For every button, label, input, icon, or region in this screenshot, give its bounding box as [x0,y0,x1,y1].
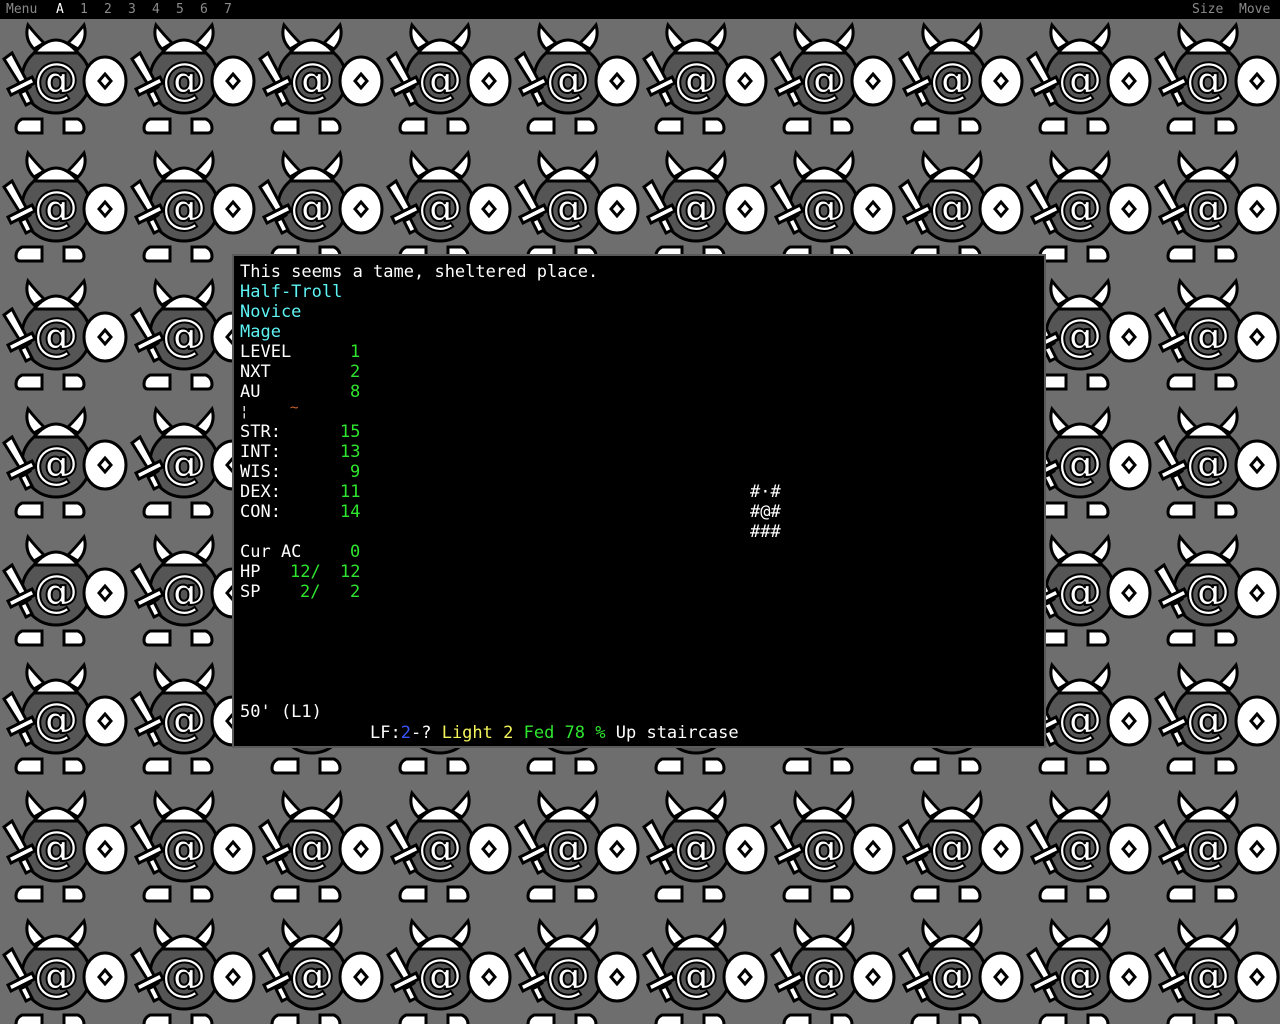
tab-7[interactable]: 7 [224,0,232,19]
size-button[interactable]: Size [1192,0,1223,19]
attr-label-dex: DEX: [240,482,281,502]
dungeon-depth: 50' (L1) [240,702,322,722]
game-terminal[interactable]: This seems a tame, sheltered place. Half… [232,254,1046,748]
armor-class-label: Cur AC [240,542,302,562]
stat-value-level: 1 [350,342,361,362]
tab-5[interactable]: 5 [176,0,184,19]
tab-6[interactable]: 6 [200,0,208,19]
stat-label-au: AU [240,382,261,402]
lf-label: LF: [370,723,401,743]
stat-label-level: LEVEL [240,342,292,362]
equipment-weapon-symbol: ¦ [240,404,249,420]
fed-status: Fed 78 % [523,723,606,743]
attr-value-wis: 9 [350,462,361,482]
message-line: This seems a tame, sheltered place. [240,262,599,282]
tab-3[interactable]: 3 [128,0,136,19]
hp-current: 12/ [290,562,321,582]
tab-2[interactable]: 2 [104,0,112,19]
attr-label-int: INT: [240,442,281,462]
tab-1[interactable]: 1 [80,0,88,19]
top-menu-bar: Menu A 1 2 3 4 5 6 7 Size Move [0,0,1280,19]
character-race: Half-Troll [240,282,343,302]
stat-label-nxt: NXT [240,362,271,382]
armor-class-value: 0 [350,542,361,562]
attr-value-dex: 11 [340,482,361,502]
lf-value: 2 [400,723,411,743]
sp-max: 2 [350,582,361,602]
light-status: Light 2 [441,723,514,743]
move-button[interactable]: Move [1239,0,1270,19]
attr-value-con: 14 [340,502,361,522]
character-title: Novice [240,302,302,322]
attr-value-str: 15 [340,422,361,442]
character-class: Mage [240,322,281,342]
menu-button[interactable]: Menu [6,0,37,19]
status-bar: LF:2-? Light 2 Fed 78 % Up staircase [370,723,739,743]
stat-value-au: 8 [350,382,361,402]
stat-value-nxt: 2 [350,362,361,382]
sp-label: SP [240,582,261,602]
map-row-3: ### [750,522,781,542]
lf-suffix: -? [410,723,432,743]
hp-max: 12 [340,562,361,582]
attr-value-int: 13 [340,442,361,462]
hp-label: HP [240,562,261,582]
terrain-feature: Up staircase [615,723,739,743]
map-row-1: #·# [750,482,781,502]
attr-label-wis: WIS: [240,462,281,482]
attr-label-str: STR: [240,422,281,442]
tab-4[interactable]: 4 [152,0,160,19]
map-row-2-player: #@# [750,502,781,522]
tab-a[interactable]: A [56,0,64,19]
attr-label-con: CON: [240,502,281,522]
sp-current: 2/ [300,582,321,602]
equipment-light-symbol: ~ [290,400,299,416]
